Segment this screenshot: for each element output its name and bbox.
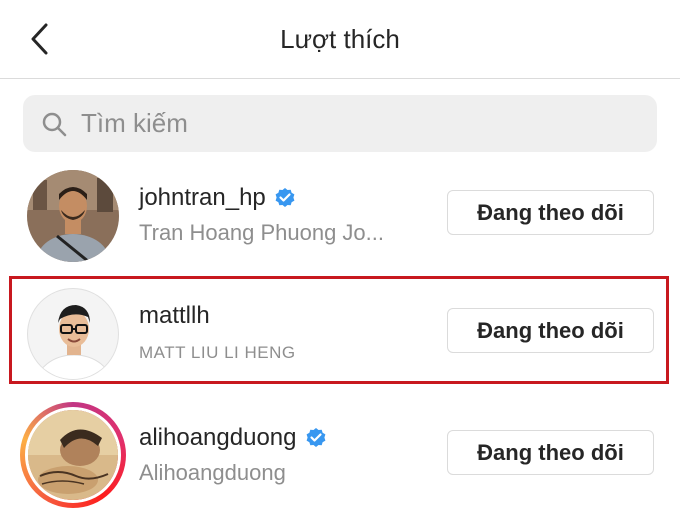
story-ring xyxy=(25,407,121,503)
full-name: Tran Hoang Phuong Jo... xyxy=(139,220,385,245)
username[interactable]: johntran_hp xyxy=(139,184,296,212)
avatar[interactable] xyxy=(27,288,119,380)
list-item[interactable]: johntran_hp Tran Hoang Phuong Jo... Đang… xyxy=(0,170,680,270)
verified-badge-icon xyxy=(275,188,295,207)
username-text: johntran_hp xyxy=(139,184,266,211)
username[interactable]: mattllh xyxy=(139,302,210,330)
top-bar: Lượt thích xyxy=(0,0,680,79)
username-text: alihoangduong xyxy=(139,424,297,451)
page-title: Lượt thích xyxy=(280,24,400,54)
full-name: Alihoangduong xyxy=(139,460,286,485)
full-name: MATT LIU LI HENG xyxy=(139,343,296,362)
following-button[interactable]: Đang theo dõi xyxy=(447,308,654,353)
avatar[interactable] xyxy=(27,170,119,262)
avatar[interactable] xyxy=(20,402,126,508)
list-item[interactable]: mattllh MATT LIU LI HENG Đang theo dõi xyxy=(0,288,680,388)
search-input[interactable] xyxy=(79,107,643,140)
username[interactable]: alihoangduong xyxy=(139,424,327,452)
search-icon xyxy=(41,110,69,138)
verified-badge-icon xyxy=(306,428,325,447)
search-bar[interactable] xyxy=(23,95,657,152)
list-item[interactable]: alihoangduong Alihoangduong Đang theo dõ… xyxy=(0,402,680,510)
username-text: mattllh xyxy=(139,302,210,329)
following-button[interactable]: Đang theo dõi xyxy=(447,190,654,235)
following-button[interactable]: Đang theo dõi xyxy=(447,430,654,475)
